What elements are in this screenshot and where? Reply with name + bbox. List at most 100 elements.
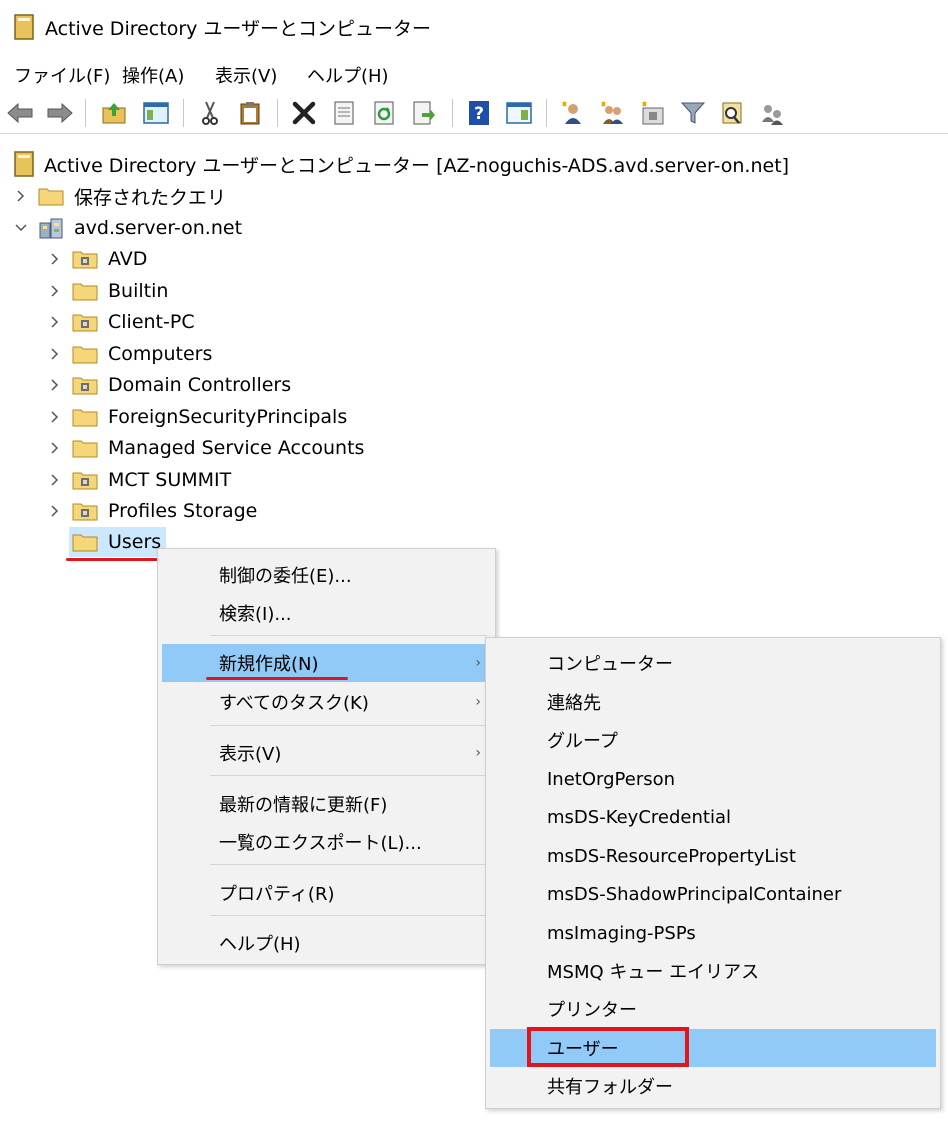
- delete-icon[interactable]: [288, 97, 320, 129]
- menu-item-view[interactable]: 表示(V) ›: [162, 734, 491, 772]
- back-icon[interactable]: [4, 97, 36, 129]
- folder-icon: [72, 440, 98, 458]
- chevron-right-icon: ›: [475, 745, 481, 761]
- domain-icon: [39, 218, 63, 239]
- tree-item-mct-summit[interactable]: MCT SUMMIT: [48, 465, 231, 495]
- submenu-item-computer[interactable]: コンピューター: [490, 644, 936, 682]
- forward-icon[interactable]: [44, 97, 76, 129]
- action-pane-icon[interactable]: [503, 97, 535, 129]
- chevron-right-icon[interactable]: [48, 504, 62, 518]
- paste-icon[interactable]: [234, 97, 266, 129]
- menu-item-delegate-control[interactable]: 制御の委任(E)...: [162, 556, 491, 594]
- chevron-right-icon[interactable]: [48, 284, 62, 298]
- tree-item-avd[interactable]: AVD: [48, 244, 147, 274]
- folder-icon: [38, 188, 64, 206]
- tree-item-label: Users: [108, 531, 162, 553]
- context-menu: 制御の委任(E)... 検索(I)... 新規作成(N) › すべてのタスク(K)…: [157, 548, 496, 965]
- menu-view[interactable]: 表示(V): [215, 62, 277, 88]
- menu-item-find[interactable]: 検索(I)...: [162, 594, 491, 632]
- tree-saved-queries[interactable]: 保存されたクエリ: [14, 181, 226, 211]
- find-icon[interactable]: [717, 97, 749, 129]
- folder-icon: [72, 409, 98, 427]
- submenu-item-inetorgperson[interactable]: InetOrgPerson: [490, 760, 936, 798]
- ou-folder-icon: [72, 503, 98, 521]
- tree-item-label: Client-PC: [108, 311, 195, 333]
- chevron-right-icon[interactable]: [48, 410, 62, 424]
- chevron-right-icon[interactable]: [48, 252, 62, 266]
- add-to-group-icon[interactable]: [757, 97, 789, 129]
- chevron-right-icon[interactable]: [48, 441, 62, 455]
- menu-action[interactable]: 操作(A): [122, 62, 184, 88]
- submenu-item-contact[interactable]: 連絡先: [490, 683, 936, 721]
- submenu-item-msds-resourcepropertylist[interactable]: msDS-ResourcePropertyList: [490, 837, 936, 875]
- filter-icon[interactable]: [677, 97, 709, 129]
- help-icon[interactable]: ?: [463, 97, 495, 129]
- export-list-icon[interactable]: [408, 97, 440, 129]
- new-ou-icon[interactable]: [637, 97, 669, 129]
- submenu-item-msds-shadowprincipalcontainer[interactable]: msDS-ShadowPrincipalContainer: [490, 875, 936, 913]
- chevron-down-icon[interactable]: [14, 221, 28, 235]
- menu-item-all-tasks[interactable]: すべてのタスク(K) ›: [162, 683, 491, 721]
- tree-item-label: Computers: [108, 343, 213, 365]
- ou-folder-icon: [72, 377, 98, 395]
- submenu-item-msmq-queue-alias[interactable]: MSMQ キュー エイリアス: [490, 952, 936, 990]
- tree-item-label: ForeignSecurityPrincipals: [108, 406, 348, 428]
- submenu-item-group[interactable]: グループ: [490, 721, 936, 759]
- show-console-tree-icon[interactable]: [140, 97, 172, 129]
- tree-item-builtin[interactable]: Builtin: [48, 276, 168, 306]
- menu-item-export-list[interactable]: 一覧のエクスポート(L)...: [162, 823, 491, 861]
- submenu-item-msds-keycredential[interactable]: msDS-KeyCredential: [490, 798, 936, 836]
- chevron-right-icon[interactable]: [48, 347, 62, 361]
- tree-item-client-pc[interactable]: Client-PC: [48, 307, 195, 337]
- up-folder-icon[interactable]: [98, 97, 130, 129]
- menu-separator: [210, 635, 487, 636]
- tree-item-users[interactable]: Users: [48, 527, 161, 557]
- chevron-right-icon: ›: [475, 694, 481, 710]
- new-user-icon[interactable]: [557, 97, 589, 129]
- menu-separator: [210, 775, 487, 776]
- menu-item-refresh[interactable]: 最新の情報に更新(F): [162, 785, 491, 823]
- ou-folder-icon: [72, 314, 98, 332]
- tree-item-managed-service-accounts[interactable]: Managed Service Accounts: [48, 433, 364, 463]
- submenu-item-shared-folder[interactable]: 共有フォルダー: [490, 1067, 936, 1105]
- tree-item-label: avd.server-on.net: [74, 217, 243, 239]
- menu-separator: [210, 915, 487, 916]
- chevron-right-icon[interactable]: [48, 473, 62, 487]
- chevron-right-icon: ›: [475, 655, 481, 671]
- tree-item-label: Managed Service Accounts: [108, 437, 365, 459]
- chevron-right-icon[interactable]: [14, 189, 28, 203]
- submenu-item-msimaging-psps[interactable]: msImaging-PSPs: [490, 914, 936, 952]
- window-title: Active Directory ユーザーとコンピューター: [45, 18, 432, 40]
- menu-separator: [210, 864, 487, 865]
- tree-item-label: MCT SUMMIT: [108, 469, 232, 491]
- submenu-item-printer[interactable]: プリンター: [490, 990, 936, 1028]
- tree-domain[interactable]: avd.server-on.net: [14, 213, 242, 243]
- active-directory-app-icon: [14, 14, 34, 40]
- chevron-right-icon[interactable]: [48, 315, 62, 329]
- tree-root-label: Active Directory ユーザーとコンピューター [AZ-noguch…: [44, 154, 790, 177]
- active-directory-icon: [14, 151, 34, 177]
- tree-item-computers[interactable]: Computers: [48, 339, 212, 369]
- chevron-right-icon[interactable]: [48, 378, 62, 392]
- tree-item-profiles-storage[interactable]: Profiles Storage: [48, 496, 257, 526]
- tree-item-domain-controllers[interactable]: Domain Controllers: [48, 370, 291, 400]
- new-group-icon[interactable]: [597, 97, 629, 129]
- properties-icon[interactable]: [328, 97, 360, 129]
- tree-root[interactable]: Active Directory ユーザーとコンピューター [AZ-noguch…: [14, 149, 789, 179]
- menu-item-help[interactable]: ヘルプ(H): [162, 924, 491, 962]
- tree-item-foreign-security-principals[interactable]: ForeignSecurityPrincipals: [48, 402, 347, 432]
- tree-item-label: Domain Controllers: [108, 374, 292, 396]
- cut-icon[interactable]: [194, 97, 226, 129]
- menu-item-properties[interactable]: プロパティ(R): [162, 874, 491, 912]
- refresh-icon[interactable]: [368, 97, 400, 129]
- tree-item-label: AVD: [108, 248, 148, 270]
- tree-item-label: Profiles Storage: [108, 500, 258, 522]
- folder-icon: [72, 534, 98, 552]
- svg-text:?: ?: [474, 104, 484, 124]
- ou-folder-icon: [72, 251, 98, 269]
- menu-file[interactable]: ファイル(F): [14, 62, 110, 88]
- annotation-underline-new: [206, 677, 348, 680]
- menu-help[interactable]: ヘルプ(H): [307, 62, 389, 88]
- title-bar: Active Directory ユーザーとコンピューター: [0, 0, 948, 54]
- folder-icon: [72, 283, 98, 301]
